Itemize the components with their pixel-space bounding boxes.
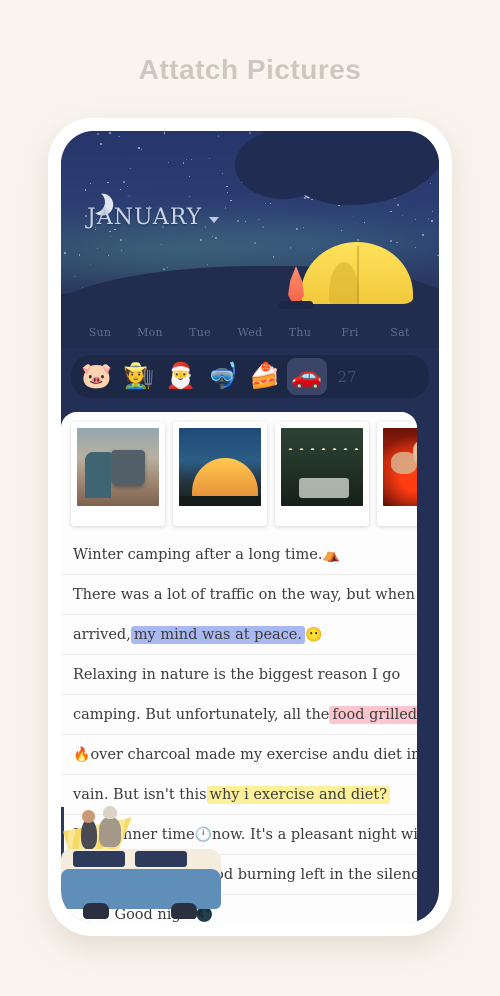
calendar-header: JANUARY Sun Mon Tue Wed Thu Fri Sat xyxy=(61,131,439,348)
journal-line[interactable]: arrived, my mind was at peace. 😶 xyxy=(61,615,417,655)
snorkel-mask-sticker[interactable]: 🤿 xyxy=(203,358,243,395)
inline-emoji-icon: 🌑 xyxy=(196,907,213,923)
photo-campfire-mug[interactable] xyxy=(71,422,165,526)
journal-line[interactable]: 🔥 over charcoal made my exercise andu di… xyxy=(61,735,417,775)
month-label: JANUARY xyxy=(87,205,202,230)
photo-string-lights[interactable] xyxy=(275,422,369,526)
journal-line[interactable]: Winter camping after a long time. ⛺ xyxy=(61,535,417,575)
journal-text: over charcoal made my exercise andu diet… xyxy=(90,747,417,763)
journal-line[interactable]: Relaxing in nature is the biggest reason… xyxy=(61,655,417,695)
phone-frame: JANUARY Sun Mon Tue Wed Thu Fri Sat 🐷 🧑‍🌾… xyxy=(48,118,452,936)
journal-text: It's manner time xyxy=(73,827,195,843)
pink-face-sticker[interactable]: 🐷 xyxy=(77,358,117,395)
page-title: Attatch Pictures xyxy=(0,0,500,86)
weekday-sun: Sun xyxy=(75,326,125,339)
journal-text-area[interactable]: Winter camping after a long time. ⛺ There … xyxy=(61,535,417,923)
journal-line[interactable]: There was a lot of traffic on the way, b… xyxy=(61,575,417,615)
sticker-bar[interactable]: 🐷 🧑‍🌾 🎅 🤿 🍰 🚗 27 xyxy=(71,355,429,398)
weekday-mon: Mon xyxy=(125,326,175,339)
weekday-tue: Tue xyxy=(175,326,225,339)
sticker-zone: 🐷 🧑‍🌾 🎅 🤿 🍰 🚗 27 xyxy=(61,348,439,410)
journal-text: camping. But unfortunately, all the xyxy=(73,707,329,723)
car-sticker[interactable]: 🚗 xyxy=(287,358,327,395)
entry-card: Winter camping after a long time. ⛺ There … xyxy=(61,412,417,923)
tent-illustration xyxy=(301,242,413,304)
photo-yellow-tent[interactable] xyxy=(173,422,267,526)
journal-text: Relaxing in nature is the biggest reason… xyxy=(73,667,400,683)
journal-line[interactable]: camping. But unfortunately, all the food… xyxy=(61,695,417,735)
campfire-illustration xyxy=(285,266,307,304)
photo-strip[interactable] xyxy=(61,412,417,535)
santa-face-sticker[interactable]: 🎅 xyxy=(161,358,201,395)
journal-text: arrived, xyxy=(73,627,131,643)
weekday-fri: Fri xyxy=(325,326,375,339)
photo-embers[interactable] xyxy=(377,422,417,526)
weekday-thu: Thu xyxy=(275,326,325,339)
journal-text: Good night xyxy=(73,907,196,923)
inline-emoji-icon: 🕛 xyxy=(195,827,212,843)
weekday-wed: Wed xyxy=(225,326,275,339)
journal-text: Winter camping after a long time. xyxy=(73,547,322,563)
journal-line[interactable]: the sound of firewood burning left in th… xyxy=(61,855,417,895)
journal-text: vain. But isn't this xyxy=(73,787,207,803)
highlighted-text: my mind was at peace. xyxy=(131,626,305,644)
weekday-sat: Sat xyxy=(375,326,425,339)
weekday-row: Sun Mon Tue Wed Thu Fri Sat xyxy=(61,326,439,339)
inline-emoji-icon: 😶 xyxy=(305,627,322,643)
month-selector[interactable]: JANUARY xyxy=(87,205,219,230)
chevron-down-icon[interactable] xyxy=(209,217,219,223)
cake-slice-sticker[interactable]: 🍰 xyxy=(245,358,285,395)
journal-text: now. It's a pleasant night with xyxy=(212,827,417,843)
inline-emoji-icon: ⛺ xyxy=(322,547,339,563)
highlighted-text: why i exercise and diet? xyxy=(207,786,390,804)
straw-hat-face-sticker[interactable]: 🧑‍🌾 xyxy=(119,358,159,395)
inline-emoji-icon: 🔥 xyxy=(73,747,90,763)
highlighted-text: food grilled xyxy=(329,706,417,724)
phone-screen: JANUARY Sun Mon Tue Wed Thu Fri Sat 🐷 🧑‍🌾… xyxy=(61,131,439,923)
journal-text: the sound of firewood burning left in th… xyxy=(73,867,417,883)
journal-line[interactable]: It's manner time 🕛 now. It's a pleasant n… xyxy=(61,815,417,855)
journal-line[interactable]: Good night 🌑 xyxy=(61,895,417,923)
journal-text: There was a lot of traffic on the way, b… xyxy=(73,587,417,603)
sticker-partial-label[interactable]: 27 xyxy=(329,368,365,386)
journal-line[interactable]: vain. But isn't this why i exercise and … xyxy=(61,775,417,815)
